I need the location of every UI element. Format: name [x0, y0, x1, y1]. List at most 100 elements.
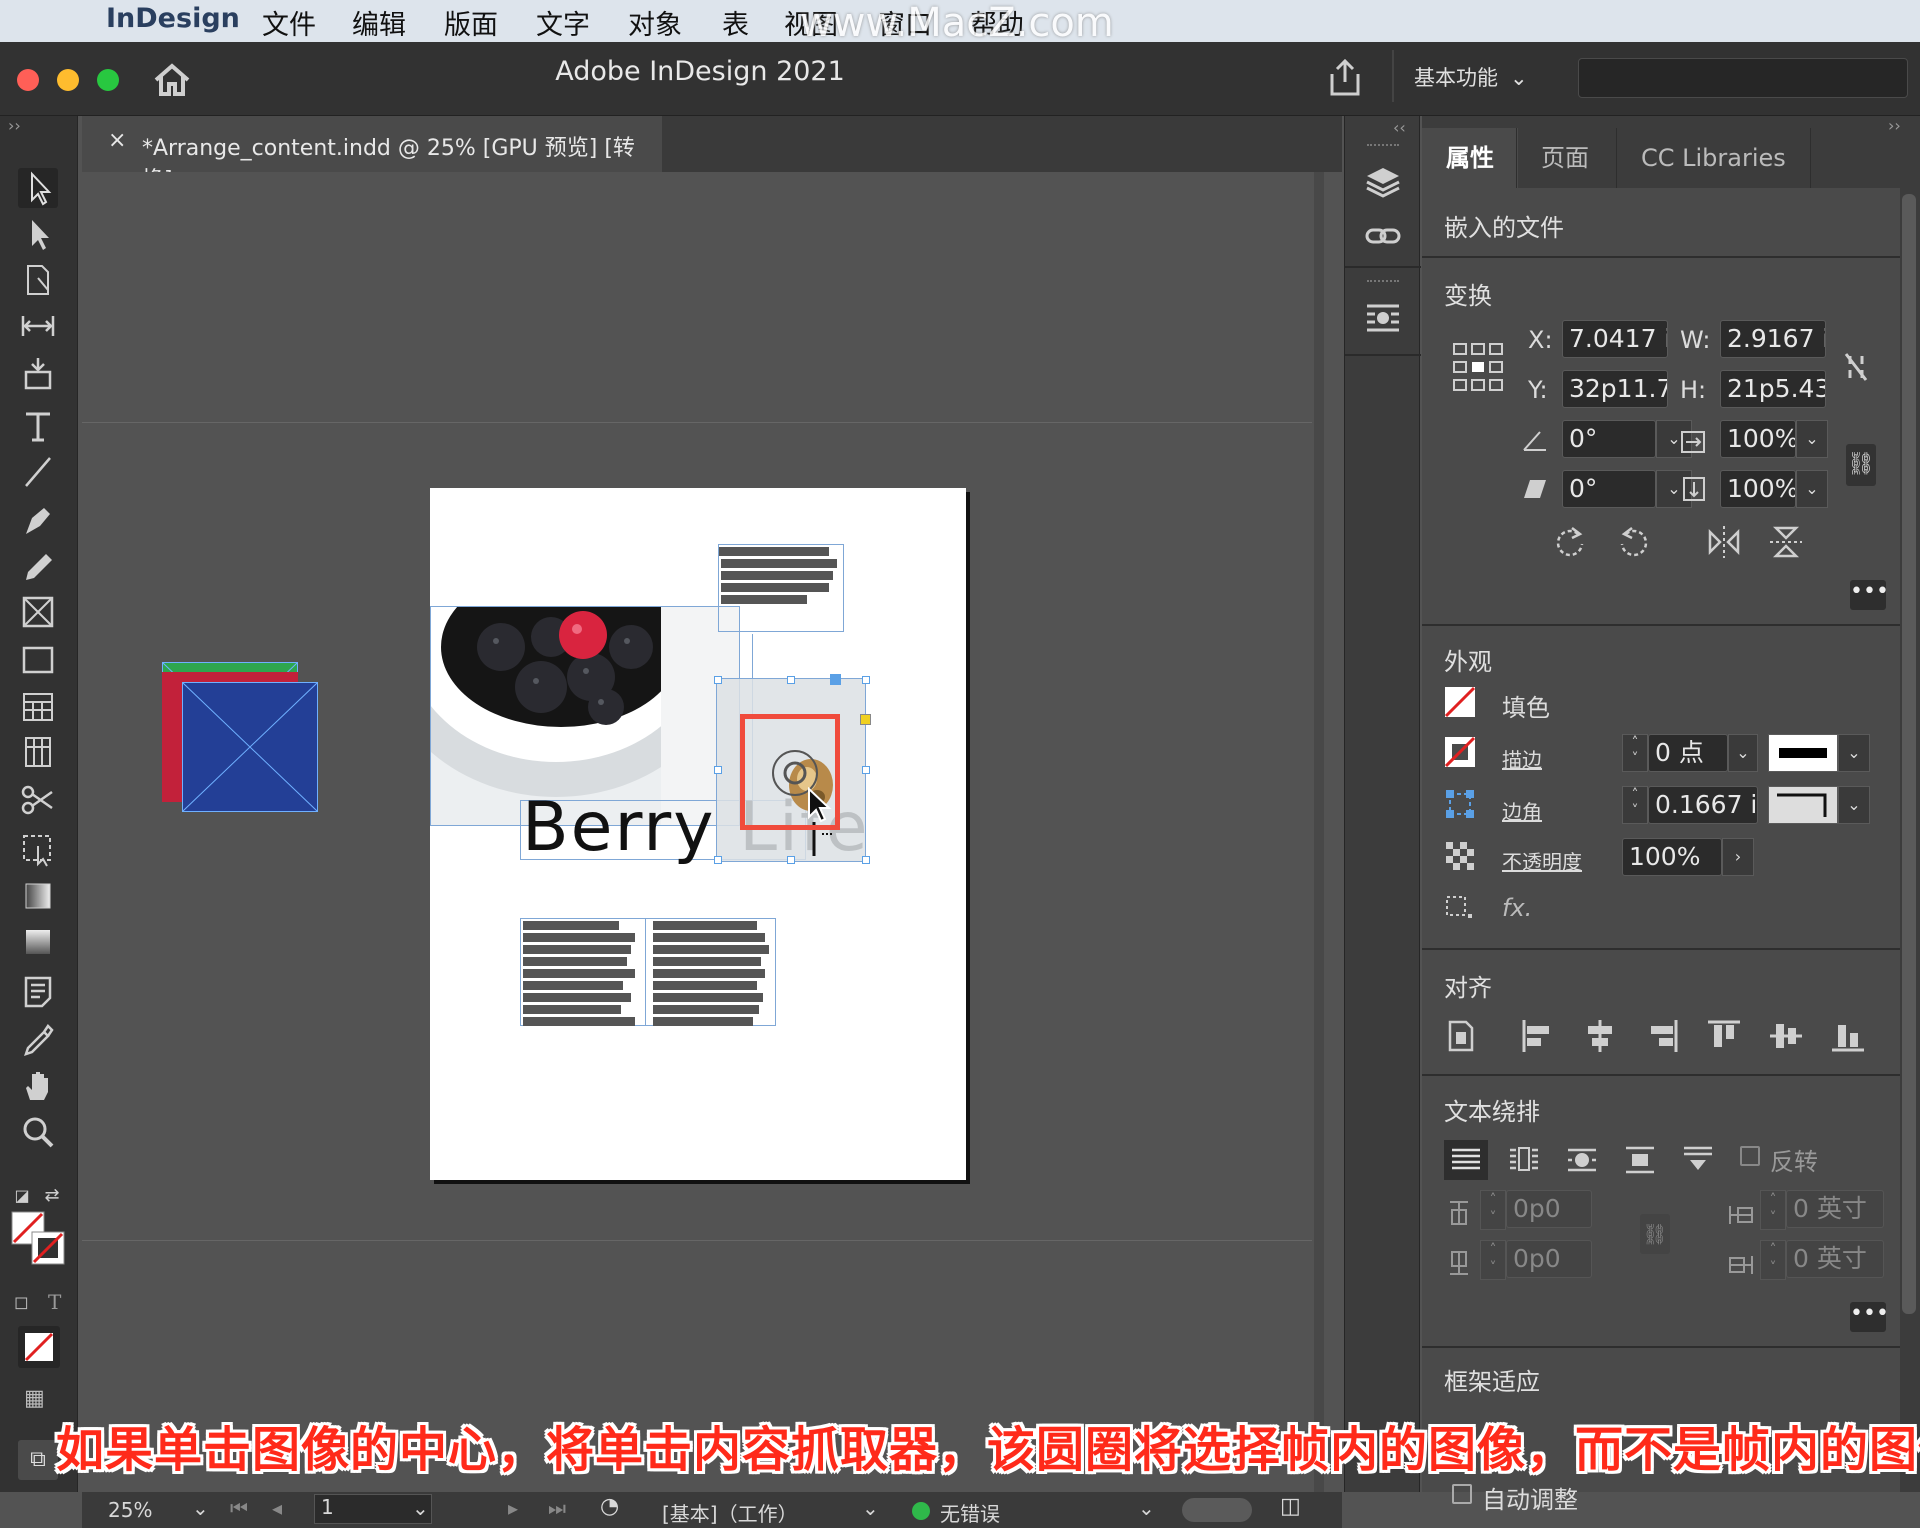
next-page-icon[interactable]: ▸: [508, 1496, 518, 1520]
menu-app-name[interactable]: InDesign: [106, 3, 240, 34]
corner-label[interactable]: 边角: [1502, 796, 1542, 825]
screen-mode-icon[interactable]: ▦: [24, 1386, 45, 1411]
home-icon[interactable]: [152, 62, 192, 98]
chevron-down-icon[interactable]: ⌄: [412, 1496, 429, 1520]
drop-shadow-icon[interactable]: [1444, 894, 1476, 922]
selection-handle[interactable]: [862, 766, 870, 774]
stroke-swatch-icon[interactable]: [1444, 736, 1476, 768]
close-window-button[interactable]: [17, 69, 39, 91]
selection-tool-icon[interactable]: [18, 168, 58, 208]
minimize-window-button[interactable]: [57, 69, 79, 91]
chevron-down-icon[interactable]: ⌄: [1796, 420, 1828, 458]
wrap-object-shape-icon[interactable]: [1562, 1140, 1602, 1180]
reference-point-icon[interactable]: [1452, 342, 1504, 394]
type-tool-icon[interactable]: [18, 406, 58, 446]
close-tab-icon[interactable]: ×: [108, 128, 126, 153]
gradient-feather-tool-icon[interactable]: [18, 922, 58, 962]
free-transform-tool-icon[interactable]: [18, 828, 58, 868]
selection-handle[interactable]: [714, 856, 722, 864]
rotate-counterclockwise-icon[interactable]: [1616, 524, 1652, 560]
body-text-frame[interactable]: [520, 918, 776, 1026]
unlink-proportions-icon[interactable]: [1842, 350, 1870, 384]
document-page[interactable]: Berry Life: [430, 488, 966, 1180]
align-to-selection-icon[interactable]: [1444, 1016, 1484, 1056]
opacity-label[interactable]: 不透明度: [1502, 846, 1582, 875]
selection-handle[interactable]: [862, 676, 870, 684]
opacity-field[interactable]: 100%: [1622, 838, 1722, 876]
direct-selection-tool-icon[interactable]: [18, 214, 58, 254]
collapse-toolbar-icon[interactable]: ››: [8, 116, 21, 135]
constrain-scale-link-icon[interactable]: ⛓: [1846, 444, 1876, 486]
tab-pages[interactable]: 页面: [1516, 128, 1613, 188]
corner-size-field[interactable]: 0.1667 i: [1648, 786, 1758, 824]
text-wrap-panel-icon[interactable]: [1363, 298, 1403, 338]
blue-frame[interactable]: [182, 682, 318, 812]
make-all-settings-same-icon[interactable]: ⛓: [1640, 1214, 1670, 1254]
zoom-level-field[interactable]: 25%: [108, 1498, 152, 1522]
pencil-tool-icon[interactable]: [18, 546, 58, 586]
left-offset-stepper[interactable]: ˄ ˅: [1760, 1190, 1786, 1230]
chevron-down-icon[interactable]: ⌄: [1138, 1496, 1155, 1520]
gap-tool-icon[interactable]: [18, 306, 58, 346]
x-position-field[interactable]: 7.0417 i: [1562, 320, 1668, 358]
flip-horizontal-icon[interactable]: [1706, 524, 1742, 560]
jump-object-icon[interactable]: [1620, 1140, 1660, 1180]
bottom-offset-stepper[interactable]: ˄ ˅: [1480, 1240, 1506, 1280]
links-icon[interactable]: [1363, 216, 1403, 256]
fill-swatch-icon[interactable]: [1444, 686, 1476, 718]
panel-scrollbar[interactable]: [1902, 194, 1916, 1314]
last-page-icon[interactable]: ⏭: [548, 1496, 566, 1520]
selection-handle[interactable]: [862, 856, 870, 864]
top-offset-field[interactable]: 0p0: [1506, 1190, 1592, 1228]
workspace-switcher[interactable]: 基本功能 ⌄: [1414, 62, 1528, 92]
formatting-text-icon[interactable]: T: [48, 1290, 61, 1314]
page-tool-icon[interactable]: [18, 260, 58, 300]
menu-type[interactable]: 文字: [536, 3, 590, 42]
note-tool-icon[interactable]: [18, 972, 58, 1012]
jump-to-next-column-icon[interactable]: [1678, 1140, 1718, 1180]
horizontal-scrollbar-thumb[interactable]: [1182, 1498, 1252, 1522]
stroke-stepper[interactable]: ˄ ˅: [1622, 734, 1648, 772]
line-tool-icon[interactable]: [18, 452, 58, 492]
chevron-down-icon[interactable]: ⌄: [192, 1496, 209, 1520]
chevron-down-icon[interactable]: ⌄: [1838, 786, 1870, 824]
more-options-icon[interactable]: •••: [1850, 1302, 1889, 1332]
rotation-angle-field[interactable]: 0°: [1562, 420, 1656, 458]
stroke-label[interactable]: 描边: [1502, 744, 1542, 773]
chevron-down-icon[interactable]: ⌄: [1728, 734, 1758, 772]
align-horizontal-center-icon[interactable]: [1580, 1016, 1620, 1056]
menu-table[interactable]: 表: [722, 3, 749, 42]
collapse-panel-icon[interactable]: ››: [1888, 116, 1901, 135]
width-field[interactable]: 2.9167 i: [1720, 320, 1826, 358]
default-colors-icon[interactable]: ◪: [10, 1176, 34, 1205]
scale-y-field[interactable]: 100%: [1720, 470, 1796, 508]
menu-file[interactable]: 文件: [262, 3, 316, 42]
share-icon[interactable]: [1326, 58, 1364, 98]
content-collector-icon[interactable]: [18, 354, 58, 394]
chevron-down-icon[interactable]: ⌄: [862, 1496, 879, 1520]
top-offset-stepper[interactable]: ˄ ˅: [1480, 1190, 1506, 1230]
selection-handle-blue[interactable]: [830, 674, 841, 685]
selection-handle[interactable]: [714, 676, 722, 684]
zoom-tool-icon[interactable]: [18, 1112, 58, 1152]
tab-cc-libraries[interactable]: CC Libraries: [1616, 128, 1811, 188]
gradient-swatch-tool-icon[interactable]: [18, 876, 58, 916]
scissors-tool-icon[interactable]: [18, 780, 58, 820]
preflight-profile[interactable]: [基本]（工作）: [662, 1498, 798, 1527]
corner-shape-swatch[interactable]: [1768, 786, 1838, 824]
auto-fit-checkbox[interactable]: [1452, 1484, 1472, 1504]
chevron-right-icon[interactable]: ›: [1722, 838, 1754, 876]
chevron-down-icon[interactable]: ⌄: [1796, 470, 1828, 508]
zoom-window-button[interactable]: [97, 69, 119, 91]
pasteboard-stacked-frames[interactable]: [162, 662, 318, 812]
height-field[interactable]: 21p5.43: [1720, 370, 1826, 408]
table-tool-icon[interactable]: [18, 686, 58, 726]
align-vertical-center-icon[interactable]: [1766, 1016, 1806, 1056]
previous-page-icon[interactable]: ◂: [272, 1496, 282, 1520]
tab-properties[interactable]: 属性: [1422, 128, 1518, 188]
document-canvas[interactable]: Berry Life: [82, 172, 1342, 1492]
hand-tool-icon[interactable]: [18, 1066, 58, 1106]
invert-checkbox[interactable]: [1740, 1146, 1760, 1166]
corner-handle-yellow[interactable]: [860, 714, 871, 725]
grid-tool-icon[interactable]: [18, 732, 58, 772]
